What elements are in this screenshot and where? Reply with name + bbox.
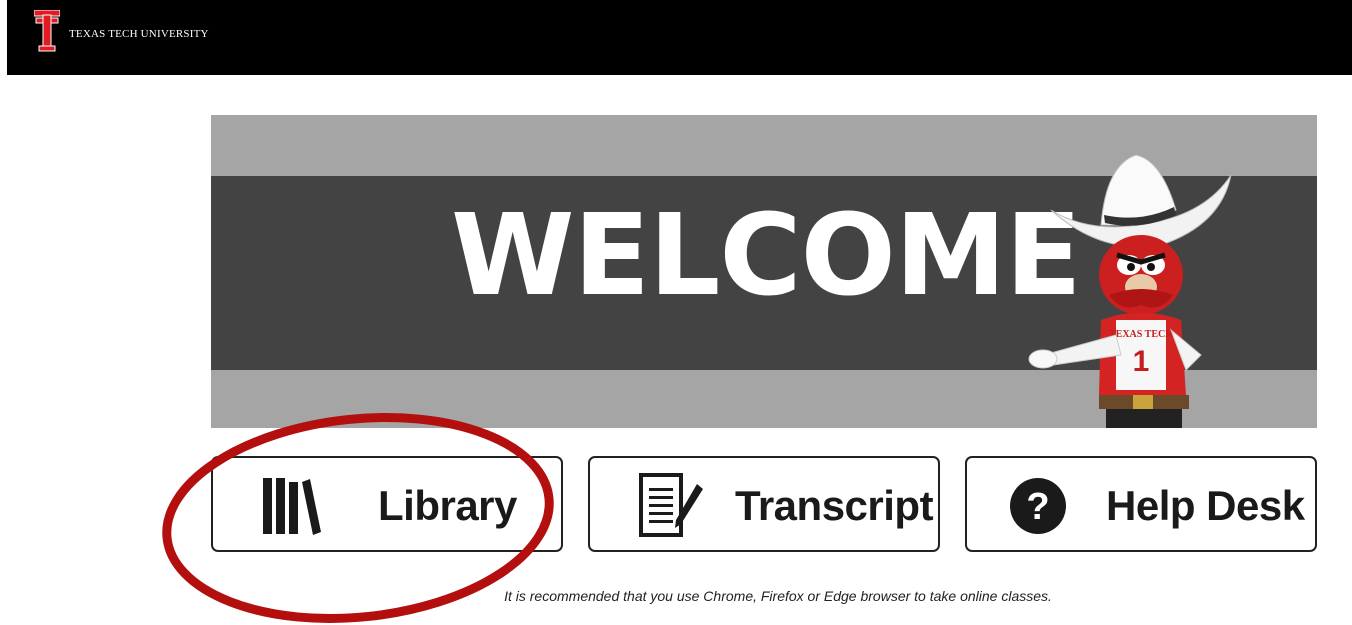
transcript-label: Transcript <box>735 482 934 529</box>
double-t-logo-icon[interactable] <box>34 10 60 52</box>
library-button[interactable]: Library <box>211 456 563 552</box>
svg-text:?: ? <box>1026 486 1049 528</box>
top-header-bar: TEXAS TECH UNIVERSITY <box>7 0 1352 75</box>
help-desk-button[interactable]: ? Help Desk <box>965 456 1317 552</box>
mascot-jersey-number: 1 <box>1133 345 1150 378</box>
browser-recommendation-text: It is recommended that you use Chrome, F… <box>504 588 1052 604</box>
question-circle-icon: ? <box>1010 478 1066 534</box>
library-label: Library <box>378 482 517 529</box>
mascot-jersey-text: TEXAS TECH <box>1109 329 1173 340</box>
raider-red-mascot-illustration: TEXAS TECH 1 <box>1028 154 1232 428</box>
help-desk-label: Help Desk <box>1106 482 1305 529</box>
document-pen-icon <box>639 473 703 537</box>
university-name[interactable]: TEXAS TECH UNIVERSITY <box>69 28 209 40</box>
books-icon <box>263 478 321 535</box>
transcript-button[interactable]: Transcript <box>588 456 940 552</box>
welcome-banner: WELCOME TEXAS TECH 1 <box>211 115 1317 428</box>
